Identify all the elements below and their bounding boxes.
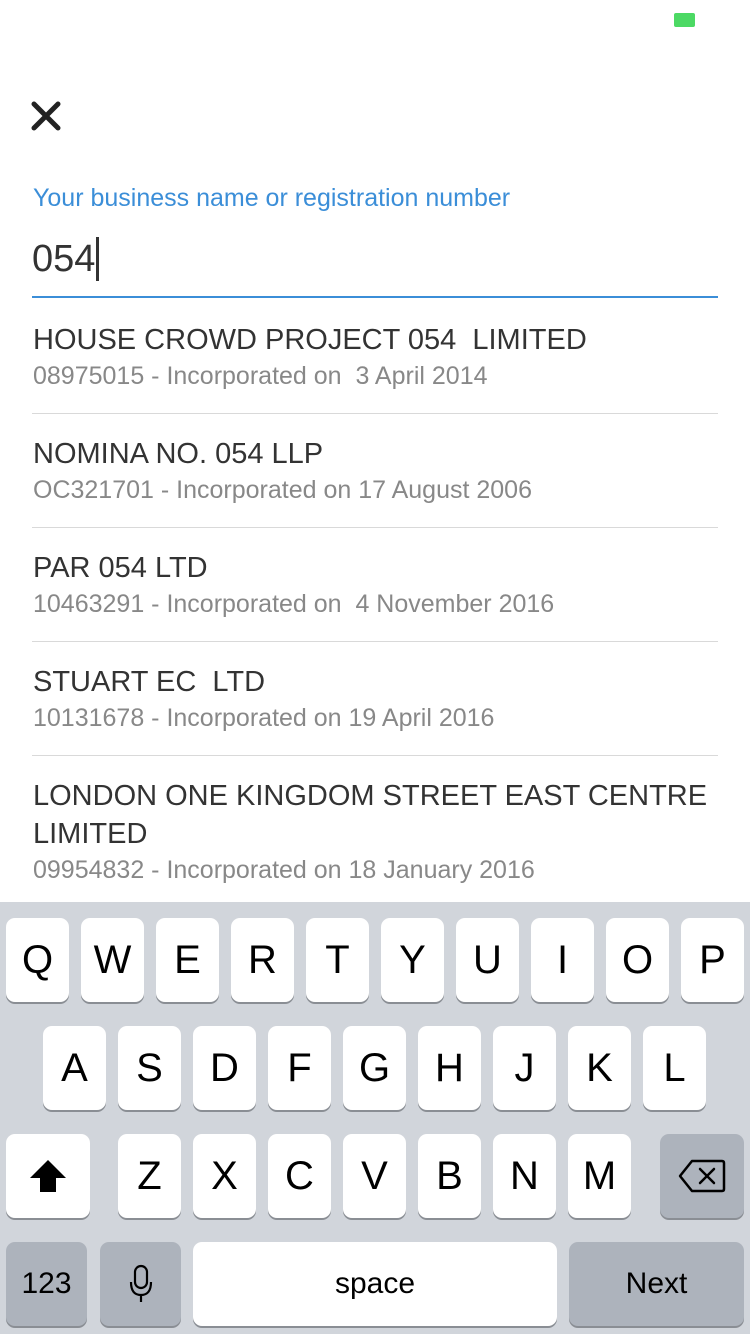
key-f[interactable]: F [268, 1026, 331, 1110]
close-button[interactable] [26, 96, 66, 136]
backspace-key[interactable] [660, 1134, 744, 1218]
key-m[interactable]: M [568, 1134, 631, 1218]
key-y[interactable]: Y [381, 918, 444, 1002]
next-key[interactable]: Next [569, 1242, 744, 1326]
key-g[interactable]: G [343, 1026, 406, 1110]
search-field-label: Your business name or registration numbe… [33, 184, 511, 212]
microphone-icon [129, 1264, 152, 1302]
key-l[interactable]: L [643, 1026, 706, 1110]
battery-indicator [674, 13, 695, 27]
backspace-icon [678, 1159, 726, 1193]
key-p[interactable]: P [681, 918, 744, 1002]
result-company-name: PAR 054 LTD [33, 552, 208, 584]
result-company-detail: 10131678 - Incorporated on 19 April 2016 [33, 704, 495, 732]
key-h[interactable]: H [418, 1026, 481, 1110]
result-company-detail: 08975015 - Incorporated on 3 April 2014 [33, 362, 488, 390]
result-company-name: STUART EC LTD [33, 666, 266, 698]
key-w[interactable]: W [81, 918, 144, 1002]
key-u[interactable]: U [456, 918, 519, 1002]
key-x[interactable]: X [193, 1134, 256, 1218]
key-k[interactable]: K [568, 1026, 631, 1110]
key-n[interactable]: N [493, 1134, 556, 1218]
shift-key[interactable] [6, 1134, 90, 1218]
search-results-list: HOUSE CROWD PROJECT 054 LIMITED 08975015… [32, 300, 718, 907]
key-s[interactable]: S [118, 1026, 181, 1110]
key-t[interactable]: T [306, 918, 369, 1002]
text-caret [96, 237, 100, 281]
on-screen-keyboard: Q W E R T Y U I O P A S D F G H J K L Z … [0, 902, 750, 1334]
numbers-key[interactable]: 123 [6, 1242, 87, 1326]
result-item[interactable]: NOMINA NO. 054 LLP OC321701 - Incorporat… [32, 414, 718, 528]
result-item[interactable]: HOUSE CROWD PROJECT 054 LIMITED 08975015… [32, 300, 718, 414]
result-item[interactable]: PAR 054 LTD 10463291 - Incorporated on 4… [32, 528, 718, 642]
close-icon [31, 101, 61, 131]
result-company-detail: 09954832 - Incorporated on 18 January 20… [33, 856, 535, 884]
result-company-name: NOMINA NO. 054 LLP [33, 438, 324, 470]
key-r[interactable]: R [231, 918, 294, 1002]
shift-icon [30, 1160, 66, 1192]
key-c[interactable]: C [268, 1134, 331, 1218]
key-d[interactable]: D [193, 1026, 256, 1110]
result-company-detail: 10463291 - Incorporated on 4 November 20… [33, 590, 555, 618]
key-e[interactable]: E [156, 918, 219, 1002]
result-item[interactable]: LONDON ONE KINGDOM STREET EAST CENTRE LI… [32, 756, 718, 907]
key-o[interactable]: O [606, 918, 669, 1002]
space-key[interactable]: space [193, 1242, 557, 1326]
key-q[interactable]: Q [6, 918, 69, 1002]
key-v[interactable]: V [343, 1134, 406, 1218]
key-z[interactable]: Z [118, 1134, 181, 1218]
search-input-value: 054 [32, 238, 96, 280]
result-company-name: LONDON ONE KINGDOM STREET EAST CENTRE LI… [33, 780, 716, 850]
result-company-name: HOUSE CROWD PROJECT 054 LIMITED [33, 324, 587, 356]
result-company-detail: OC321701 - Incorporated on 17 August 200… [33, 476, 532, 504]
key-a[interactable]: A [43, 1026, 106, 1110]
key-i[interactable]: I [531, 918, 594, 1002]
dictation-key[interactable] [100, 1242, 181, 1326]
search-input[interactable]: 054 [32, 232, 718, 298]
key-j[interactable]: J [493, 1026, 556, 1110]
result-item[interactable]: STUART EC LTD 10131678 - Incorporated on… [32, 642, 718, 756]
key-b[interactable]: B [418, 1134, 481, 1218]
